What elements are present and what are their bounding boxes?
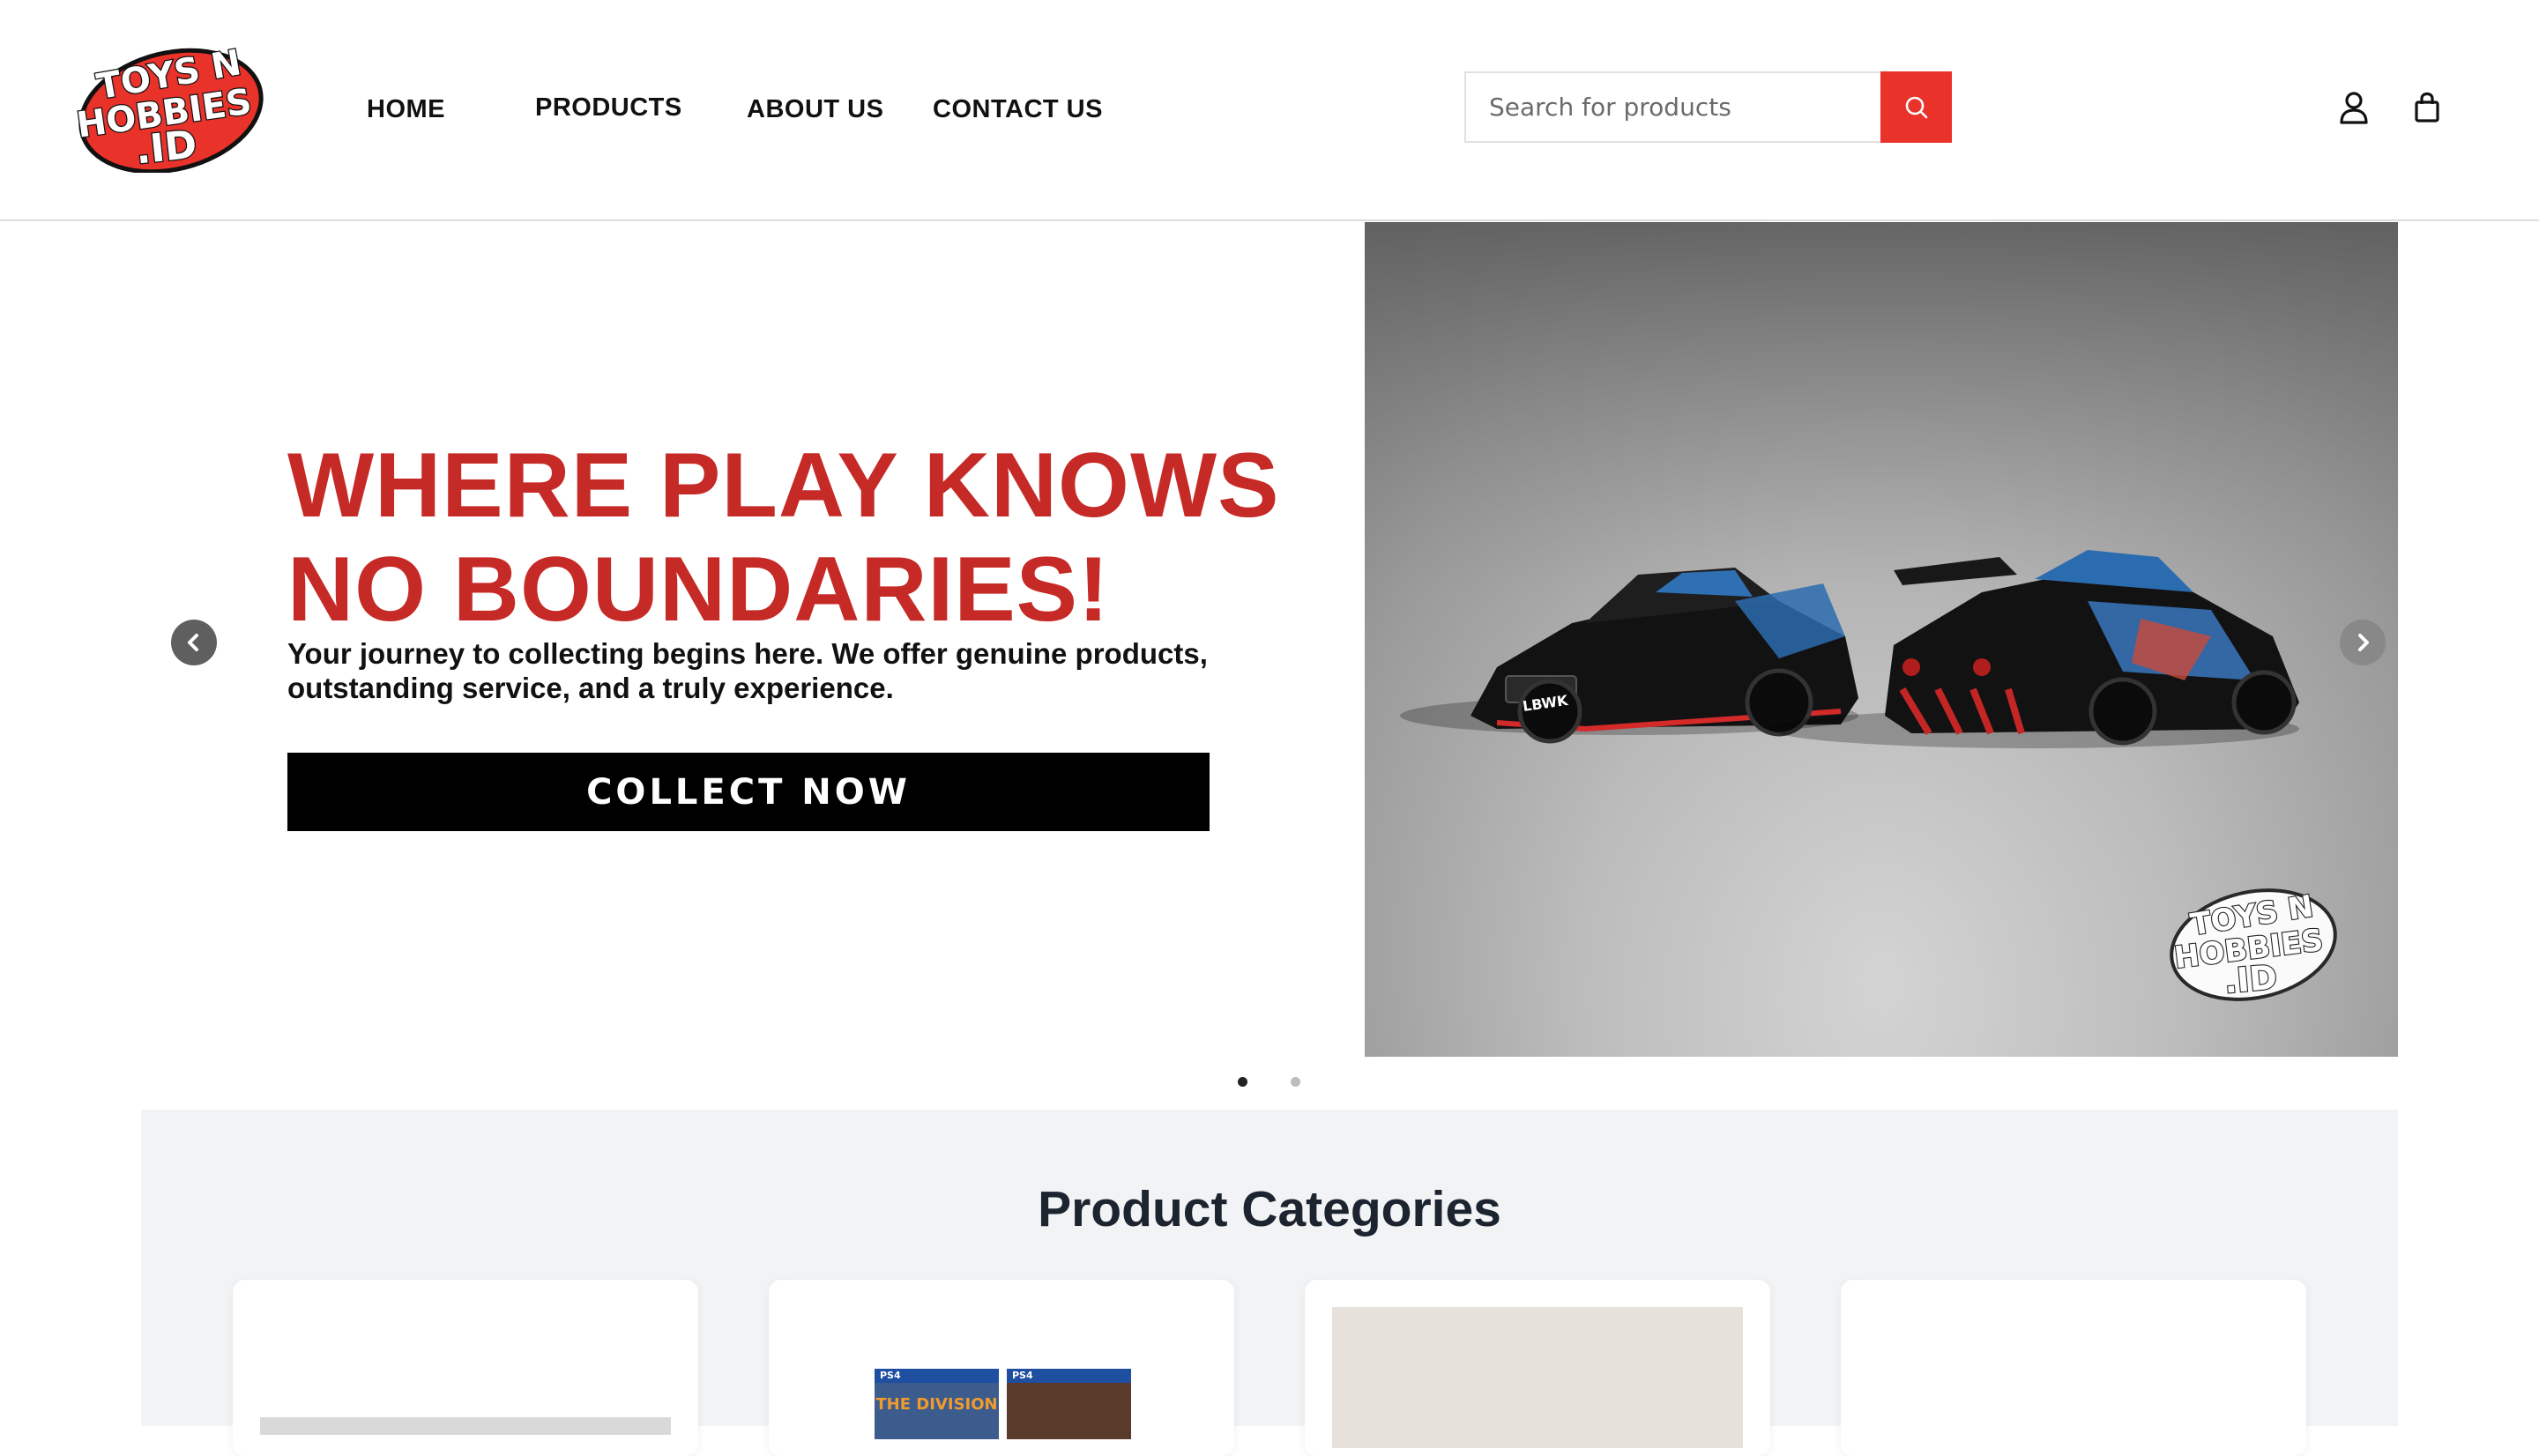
ps4-badge-right: PS4	[1007, 1369, 1131, 1383]
site-logo[interactable]: TOYS N HOBBIES .ID	[73, 41, 266, 175]
search-icon	[1905, 96, 1927, 118]
search-input[interactable]	[1466, 73, 1882, 141]
cart-button[interactable]	[2409, 88, 2445, 127]
game-cover-left: PS4 THE DIVISION	[875, 1369, 999, 1439]
carousel-next-button[interactable]	[2340, 620, 2386, 665]
collect-now-button[interactable]: COLLECT NOW	[287, 753, 1210, 831]
carousel-dot-2[interactable]	[1291, 1077, 1300, 1087]
hero-title-line2: NO BOUNDARIES!	[287, 539, 1110, 641]
hero-subtitle: Your journey to collecting begins here. …	[287, 636, 1328, 705]
nav-products[interactable]: PRODUCTS	[535, 93, 682, 123]
category-card-4[interactable]	[1841, 1280, 2306, 1456]
game-cover-right: PS4	[1007, 1369, 1131, 1439]
watermark-text-line3: .ID	[2223, 958, 2279, 1001]
product-categories-section: Product Categories PS4 THE DIVISION PS4	[141, 1110, 2398, 1456]
logo-text-line3: .ID	[133, 123, 199, 173]
hero-product-image: LBWK TOYS N HOBBIES .ID	[1365, 222, 2398, 1057]
hero-carousel: WHERE PLAY KNOWS NO BOUNDARIES! Your jou…	[0, 222, 2539, 1103]
carousel-dots	[0, 1077, 2539, 1088]
chevron-left-icon	[188, 634, 198, 651]
nav-contact-us[interactable]: CONTACT US	[933, 95, 1103, 124]
ps4-badge-left: PS4	[875, 1369, 999, 1383]
game-title-left: THE DIVISION	[875, 1395, 998, 1414]
diecast-cars-illustration: LBWK TOYS N HOBBIES .ID	[1365, 222, 2398, 1057]
carousel-prev-button[interactable]	[171, 620, 217, 665]
categories-title: Product Categories	[1038, 1181, 1501, 1237]
category-card-3[interactable]	[1305, 1280, 1770, 1456]
hero-subtitle-line2: outstanding service, and a truly experie…	[287, 672, 894, 704]
search-field	[1464, 71, 1882, 143]
hero-title: WHERE PLAY KNOWS NO BOUNDARIES!	[287, 434, 1310, 642]
search-button[interactable]	[1880, 71, 1952, 143]
chevron-right-icon	[2358, 634, 2369, 651]
nav-home[interactable]: HOME	[367, 95, 445, 124]
site-header: TOYS N HOBBIES .ID HOME PRODUCTS ABOUT U…	[0, 0, 2539, 221]
carousel-dot-1[interactable]	[1238, 1077, 1247, 1087]
category-image-1	[260, 1417, 671, 1435]
nav-about-us[interactable]: ABOUT US	[747, 95, 883, 124]
account-button[interactable]	[2336, 88, 2371, 127]
category-card-2[interactable]: PS4 THE DIVISION PS4	[769, 1280, 1234, 1456]
hero-subtitle-line1: Your journey to collecting begins here. …	[287, 637, 1208, 670]
category-image-3	[1332, 1307, 1743, 1448]
shopping-bag-icon	[2415, 92, 2439, 123]
user-icon	[2340, 92, 2368, 124]
hero-title-line1: WHERE PLAY KNOWS	[287, 435, 1280, 537]
category-card-1[interactable]	[233, 1280, 698, 1456]
